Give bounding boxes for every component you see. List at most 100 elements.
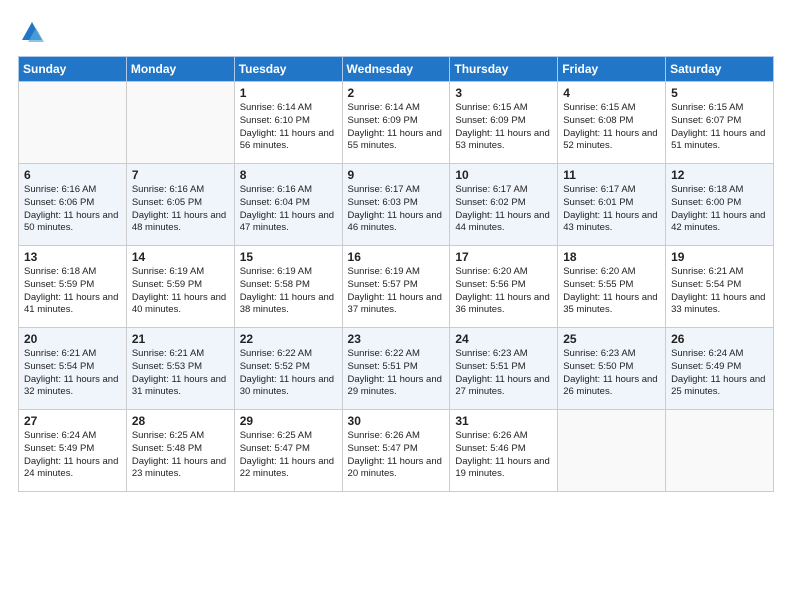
calendar-cell: 19 Sunrise: 6:21 AM Sunset: 5:54 PM Dayli…	[666, 246, 774, 328]
day-detail: Sunrise: 6:26 AM Sunset: 5:47 PM Dayligh…	[348, 430, 445, 481]
calendar-cell: 2 Sunrise: 6:14 AM Sunset: 6:09 PM Daylig…	[342, 82, 450, 164]
calendar-cell: 14 Sunrise: 6:19 AM Sunset: 5:59 PM Dayli…	[126, 246, 234, 328]
day-number: 3	[455, 86, 552, 100]
calendar-week-2: 6 Sunrise: 6:16 AM Sunset: 6:06 PM Daylig…	[19, 164, 774, 246]
calendar-cell: 5 Sunrise: 6:15 AM Sunset: 6:07 PM Daylig…	[666, 82, 774, 164]
day-number: 23	[348, 332, 445, 346]
day-detail: Sunrise: 6:25 AM Sunset: 5:47 PM Dayligh…	[240, 430, 337, 481]
col-header-tuesday: Tuesday	[234, 57, 342, 82]
day-number: 17	[455, 250, 552, 264]
day-number: 18	[563, 250, 660, 264]
logo	[18, 18, 50, 46]
col-header-monday: Monday	[126, 57, 234, 82]
calendar-cell: 13 Sunrise: 6:18 AM Sunset: 5:59 PM Dayli…	[19, 246, 127, 328]
day-detail: Sunrise: 6:14 AM Sunset: 6:09 PM Dayligh…	[348, 102, 445, 153]
calendar-cell: 22Sunrise: 6:22 AM Sunset: 5:52 PM Dayli…	[234, 328, 342, 410]
calendar-cell: 18Sunrise: 6:20 AM Sunset: 5:55 PM Dayli…	[558, 246, 666, 328]
col-header-thursday: Thursday	[450, 57, 558, 82]
day-detail: Sunrise: 6:19 AM Sunset: 5:57 PM Dayligh…	[348, 266, 445, 317]
day-number: 12	[671, 168, 768, 182]
col-header-saturday: Saturday	[666, 57, 774, 82]
day-detail: Sunrise: 6:19 AM Sunset: 5:59 PM Dayligh…	[132, 266, 229, 317]
day-number: 14	[132, 250, 229, 264]
day-number: 6	[24, 168, 121, 182]
day-number: 13	[24, 250, 121, 264]
day-detail: Sunrise: 6:17 AM Sunset: 6:03 PM Dayligh…	[348, 184, 445, 235]
day-detail: Sunrise: 6:26 AM Sunset: 5:46 PM Dayligh…	[455, 430, 552, 481]
calendar-cell: 7 Sunrise: 6:16 AM Sunset: 6:05 PM Daylig…	[126, 164, 234, 246]
day-detail: Sunrise: 6:15 AM Sunset: 6:07 PM Dayligh…	[671, 102, 768, 153]
day-number: 15	[240, 250, 337, 264]
day-number: 20	[24, 332, 121, 346]
day-number: 11	[563, 168, 660, 182]
day-detail: Sunrise: 6:15 AM Sunset: 6:08 PM Dayligh…	[563, 102, 660, 153]
calendar-header-row: SundayMondayTuesdayWednesdayThursdayFrid…	[19, 57, 774, 82]
day-number: 26	[671, 332, 768, 346]
day-number: 31	[455, 414, 552, 428]
calendar-cell: 26 Sunrise: 6:24 AM Sunset: 5:49 PM Dayli…	[666, 328, 774, 410]
calendar-week-3: 13 Sunrise: 6:18 AM Sunset: 5:59 PM Dayli…	[19, 246, 774, 328]
calendar-cell: 16 Sunrise: 6:19 AM Sunset: 5:57 PM Dayli…	[342, 246, 450, 328]
day-detail: Sunrise: 6:16 AM Sunset: 6:06 PM Dayligh…	[24, 184, 121, 235]
calendar-cell: 8 Sunrise: 6:16 AM Sunset: 6:04 PM Daylig…	[234, 164, 342, 246]
day-detail: Sunrise: 6:23 AM Sunset: 5:51 PM Dayligh…	[455, 348, 552, 399]
day-number: 25	[563, 332, 660, 346]
calendar-cell: 1 Sunrise: 6:14 AM Sunset: 6:10 PM Daylig…	[234, 82, 342, 164]
day-detail: Sunrise: 6:18 AM Sunset: 6:00 PM Dayligh…	[671, 184, 768, 235]
day-number: 30	[348, 414, 445, 428]
calendar-cell: 3 Sunrise: 6:15 AM Sunset: 6:09 PM Daylig…	[450, 82, 558, 164]
day-number: 27	[24, 414, 121, 428]
day-detail: Sunrise: 6:17 AM Sunset: 6:01 PM Dayligh…	[563, 184, 660, 235]
day-detail: Sunrise: 6:23 AM Sunset: 5:50 PM Dayligh…	[563, 348, 660, 399]
day-number: 21	[132, 332, 229, 346]
day-detail: Sunrise: 6:17 AM Sunset: 6:02 PM Dayligh…	[455, 184, 552, 235]
calendar-cell: 21 Sunrise: 6:21 AM Sunset: 5:53 PM Dayli…	[126, 328, 234, 410]
day-number: 19	[671, 250, 768, 264]
calendar-week-4: 20 Sunrise: 6:21 AM Sunset: 5:54 PM Dayli…	[19, 328, 774, 410]
day-number: 1	[240, 86, 337, 100]
day-number: 10	[455, 168, 552, 182]
day-detail: Sunrise: 6:16 AM Sunset: 6:05 PM Dayligh…	[132, 184, 229, 235]
calendar-cell: 17 Sunrise: 6:20 AM Sunset: 5:56 PM Dayli…	[450, 246, 558, 328]
day-detail: Sunrise: 6:15 AM Sunset: 6:09 PM Dayligh…	[455, 102, 552, 153]
day-detail: Sunrise: 6:18 AM Sunset: 5:59 PM Dayligh…	[24, 266, 121, 317]
page: SundayMondayTuesdayWednesdayThursdayFrid…	[0, 0, 792, 612]
calendar-cell	[558, 410, 666, 492]
day-number: 4	[563, 86, 660, 100]
calendar-cell: 23Sunrise: 6:22 AM Sunset: 5:51 PM Dayli…	[342, 328, 450, 410]
calendar-cell: 11 Sunrise: 6:17 AM Sunset: 6:01 PM Dayli…	[558, 164, 666, 246]
day-number: 7	[132, 168, 229, 182]
calendar-week-1: 1 Sunrise: 6:14 AM Sunset: 6:10 PM Daylig…	[19, 82, 774, 164]
day-detail: Sunrise: 6:21 AM Sunset: 5:54 PM Dayligh…	[671, 266, 768, 317]
calendar-cell: 28 Sunrise: 6:25 AM Sunset: 5:48 PM Dayli…	[126, 410, 234, 492]
calendar-cell	[19, 82, 127, 164]
calendar-cell	[126, 82, 234, 164]
day-number: 2	[348, 86, 445, 100]
calendar-cell: 20 Sunrise: 6:21 AM Sunset: 5:54 PM Dayli…	[19, 328, 127, 410]
calendar-cell: 10 Sunrise: 6:17 AM Sunset: 6:02 PM Dayli…	[450, 164, 558, 246]
calendar-cell: 12 Sunrise: 6:18 AM Sunset: 6:00 PM Dayli…	[666, 164, 774, 246]
calendar-cell	[666, 410, 774, 492]
day-number: 16	[348, 250, 445, 264]
calendar-table: SundayMondayTuesdayWednesdayThursdayFrid…	[18, 56, 774, 492]
day-detail: Sunrise: 6:21 AM Sunset: 5:53 PM Dayligh…	[132, 348, 229, 399]
day-number: 22	[240, 332, 337, 346]
day-number: 8	[240, 168, 337, 182]
calendar-cell: 27 Sunrise: 6:24 AM Sunset: 5:49 PM Dayli…	[19, 410, 127, 492]
day-detail: Sunrise: 6:19 AM Sunset: 5:58 PM Dayligh…	[240, 266, 337, 317]
header	[18, 18, 774, 46]
calendar-week-5: 27 Sunrise: 6:24 AM Sunset: 5:49 PM Dayli…	[19, 410, 774, 492]
day-detail: Sunrise: 6:25 AM Sunset: 5:48 PM Dayligh…	[132, 430, 229, 481]
day-number: 9	[348, 168, 445, 182]
day-number: 5	[671, 86, 768, 100]
day-detail: Sunrise: 6:21 AM Sunset: 5:54 PM Dayligh…	[24, 348, 121, 399]
day-detail: Sunrise: 6:20 AM Sunset: 5:56 PM Dayligh…	[455, 266, 552, 317]
day-detail: Sunrise: 6:16 AM Sunset: 6:04 PM Dayligh…	[240, 184, 337, 235]
day-detail: Sunrise: 6:24 AM Sunset: 5:49 PM Dayligh…	[671, 348, 768, 399]
day-detail: Sunrise: 6:24 AM Sunset: 5:49 PM Dayligh…	[24, 430, 121, 481]
day-number: 28	[132, 414, 229, 428]
calendar-cell: 24Sunrise: 6:23 AM Sunset: 5:51 PM Dayli…	[450, 328, 558, 410]
calendar-cell: 31 Sunrise: 6:26 AM Sunset: 5:46 PM Dayli…	[450, 410, 558, 492]
calendar-cell: 25 Sunrise: 6:23 AM Sunset: 5:50 PM Dayli…	[558, 328, 666, 410]
day-detail: Sunrise: 6:14 AM Sunset: 6:10 PM Dayligh…	[240, 102, 337, 153]
